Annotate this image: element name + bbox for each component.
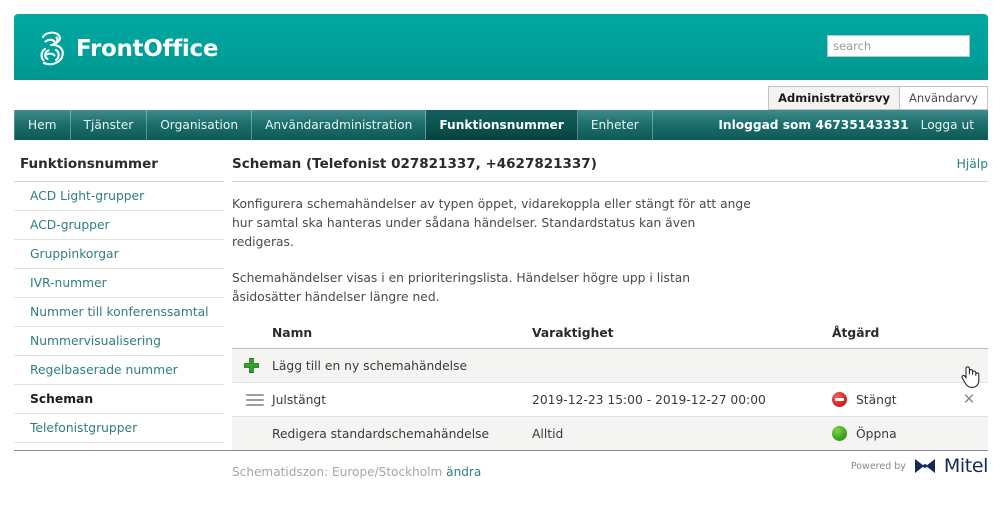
row-name[interactable]: Julstängt: [272, 382, 532, 418]
logout-link[interactable]: Logga ut: [921, 118, 974, 132]
mitel-bowtie-icon: [914, 459, 935, 473]
view-mode-tabs: Administratörsvy Användarvy: [768, 86, 988, 110]
drag-handle-icon[interactable]: [246, 393, 264, 406]
column-header-atgard: Åtgärd: [832, 326, 950, 350]
powered-by-label: Powered by: [850, 460, 906, 472]
sidebar-item-nummervisualisering[interactable]: Nummervisualisering: [14, 327, 224, 356]
schedule-events-table: Namn Varaktighet Åtgärd Lägg till en ny …: [232, 326, 988, 452]
search-input[interactable]: [827, 35, 970, 57]
status-label: Öppna: [856, 426, 897, 441]
nav-item-organisation[interactable]: Organisation: [147, 110, 253, 140]
sidebar-item-nummer-till-konferenssamtal[interactable]: Nummer till konferenssamtal: [14, 298, 224, 327]
nav-item-enheter[interactable]: Enheter: [578, 110, 653, 140]
row-drag-handle-cell: [232, 382, 272, 418]
sidebar-item-acd-light-grupper[interactable]: ACD Light-grupper: [14, 182, 224, 211]
tab-administrator-view[interactable]: Administratörsvy: [768, 86, 900, 110]
description-paragraph-1: Konfigurera schemahändelser av typen öpp…: [232, 197, 751, 250]
help-link[interactable]: Hjälp: [957, 157, 988, 171]
column-header-delete: [950, 326, 988, 350]
add-icon-cell: [232, 348, 272, 384]
close-x-icon[interactable]: ✕: [950, 392, 988, 407]
status-label: Stängt: [856, 392, 897, 407]
column-header-varaktighet: Varaktighet: [532, 326, 832, 350]
sidebar-item-gruppinkorgar[interactable]: Gruppinkorgar: [14, 240, 224, 269]
nav-item-tjanster[interactable]: Tjänster: [71, 110, 148, 140]
table-header-row: Namn Varaktighet Åtgärd: [232, 326, 988, 350]
vendor-name: Mitel: [943, 455, 988, 477]
row-status-cell: Stängt: [832, 382, 950, 418]
handle-bar: [246, 403, 264, 406]
table-row[interactable]: Julstängt 2019-12-23 15:00 - 2019-12-27 …: [232, 382, 988, 418]
row-delete-cell: [950, 416, 988, 452]
sidebar-list: ACD Light-grupper ACD-grupper Gruppinkor…: [14, 182, 224, 443]
handle-bar: [246, 398, 264, 401]
three-swirl-logo-icon: [40, 31, 64, 66]
sidebar-item-scheman[interactable]: Scheman: [14, 385, 224, 414]
tab-user-view[interactable]: Användarvy: [899, 86, 988, 110]
status-badge: Öppna: [832, 426, 950, 442]
column-header-namn: Namn: [272, 326, 532, 350]
page-title: Scheman (Telefonist 027821337, +46278213…: [232, 156, 597, 172]
handle-bar: [246, 393, 264, 396]
table-body: Lägg till en ny schemahändelse Julstängt…: [232, 348, 988, 452]
timezone-text: Schematidszon: Europe/Stockholm: [232, 465, 443, 480]
sidebar-item-ivr-nummer[interactable]: IVR-nummer: [14, 269, 224, 298]
green-plus-icon[interactable]: [244, 358, 259, 374]
status-badge: Stängt: [832, 392, 950, 408]
table-row[interactable]: Redigera standardschemahändelse Alltid Ö…: [232, 416, 988, 452]
content-header: Scheman (Telefonist 027821337, +46278213…: [232, 152, 988, 182]
open-green-icon: [832, 426, 847, 442]
row-drag-handle-cell: [232, 416, 272, 452]
footer-divider: [14, 450, 988, 451]
brand-logo[interactable]: FrontOffice: [34, 28, 218, 70]
add-event-row[interactable]: Lägg till en ny schemahändelse: [232, 348, 988, 384]
brand-name: FrontOffice: [76, 35, 219, 62]
nav-item-hem[interactable]: Hem: [14, 110, 71, 140]
logged-in-user-label: Inloggad som 46735143331: [718, 118, 909, 132]
row-duration: 2019-12-23 15:00 - 2019-12-27 00:00: [532, 382, 832, 418]
nav-item-funktionsnummer[interactable]: Funktionsnummer: [426, 110, 578, 140]
table-head: Namn Varaktighet Åtgärd: [232, 326, 988, 350]
nav-account-area: Inloggad som 46735143331 Logga ut: [718, 110, 988, 140]
row-delete-cell: ✕: [950, 382, 988, 418]
app-header: FrontOffice: [14, 14, 988, 80]
closed-red-icon: [832, 392, 847, 408]
powered-by-footer: Powered by Mitel: [850, 455, 989, 477]
app-root: FrontOffice Administratörsvy Användarvy …: [0, 0, 1002, 513]
sidebar-title: Funktionsnummer: [14, 152, 224, 182]
row-duration: Alltid: [532, 416, 832, 452]
main-navigation: Hem Tjänster Organisation Användaradmini…: [14, 110, 988, 140]
sidebar-item-regelbaserade-nummer[interactable]: Regelbaserade nummer: [14, 356, 224, 385]
sidebar: Funktionsnummer ACD Light-grupper ACD-gr…: [14, 152, 224, 443]
sidebar-item-telefonistgrupper[interactable]: Telefonistgrupper: [14, 414, 224, 443]
add-event-label[interactable]: Lägg till en ny schemahändelse: [272, 348, 988, 384]
column-header-handle: [232, 326, 272, 350]
timezone-change-link[interactable]: ändra: [446, 465, 481, 479]
nav-item-anvandaradministration[interactable]: Användaradministration: [252, 110, 427, 140]
row-name[interactable]: Redigera standardschemahändelse: [272, 416, 532, 452]
description-paragraph-2: Schemahändelser visas i en prioriterings…: [232, 271, 691, 305]
main-content: Scheman (Telefonist 027821337, +46278213…: [232, 152, 988, 479]
sidebar-item-acd-grupper[interactable]: ACD-grupper: [14, 211, 224, 240]
row-status-cell: Öppna: [832, 416, 950, 452]
